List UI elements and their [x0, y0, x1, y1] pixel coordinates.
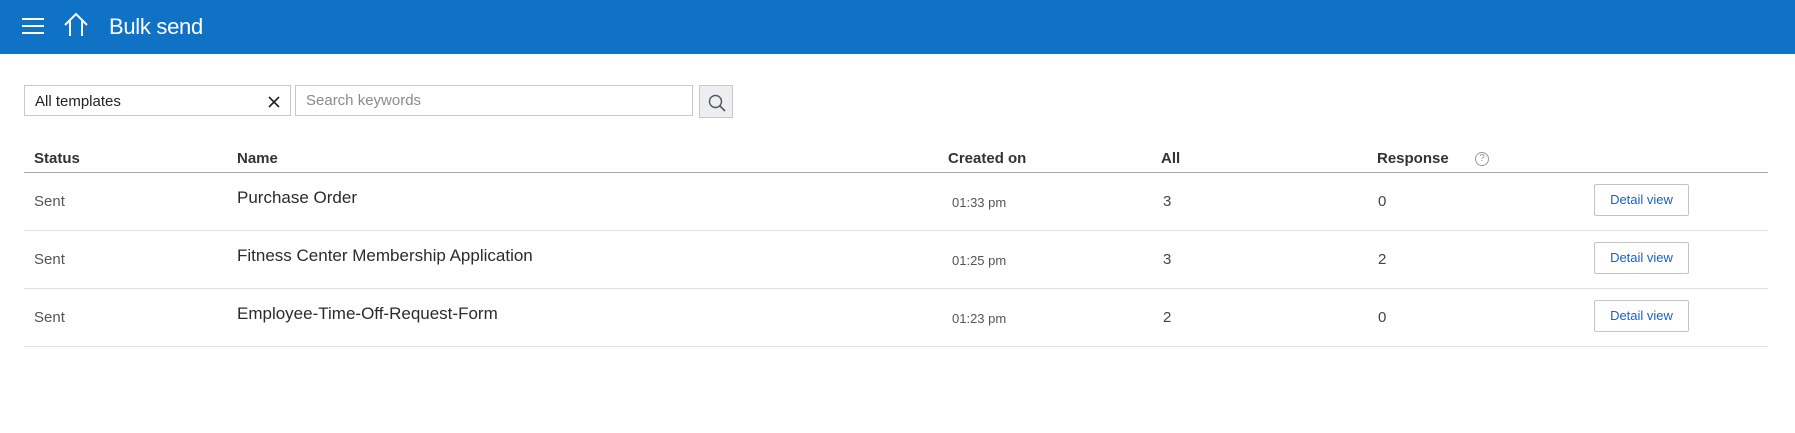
created-on-cell: 01:25 pm: [952, 253, 1007, 268]
template-filter-select[interactable]: All templates: [24, 85, 291, 116]
column-header-status[interactable]: Status: [34, 148, 80, 170]
search-button[interactable]: [699, 85, 733, 118]
page-title: Bulk send: [109, 14, 203, 39]
search-icon: [708, 94, 726, 112]
response-count-cell: 0: [1378, 193, 1387, 210]
top-app-bar: Bulk send: [0, 0, 1795, 54]
home-icon[interactable]: [63, 12, 89, 38]
column-header-all[interactable]: All: [1161, 148, 1180, 170]
response-count-cell: 0: [1378, 309, 1387, 326]
name-cell: Employee-Time-Off-Request-Form: [237, 304, 498, 323]
all-count-cell: 3: [1163, 251, 1172, 268]
help-icon[interactable]: ?: [1475, 152, 1489, 166]
detail-view-button[interactable]: Detail view: [1594, 300, 1689, 332]
table-row: Sent Purchase Order 01:33 pm 3 0 Detail …: [24, 173, 1768, 231]
hamburger-menu-icon[interactable]: [22, 17, 44, 35]
table-row: Sent Employee-Time-Off-Request-Form 01:2…: [24, 289, 1768, 347]
all-count-cell: 3: [1163, 193, 1172, 210]
detail-view-button[interactable]: Detail view: [1594, 184, 1689, 216]
search-input[interactable]: [295, 85, 693, 116]
status-cell: Sent: [34, 251, 65, 268]
table-row: Sent Fitness Center Membership Applicati…: [24, 231, 1768, 289]
created-on-cell: 01:23 pm: [952, 311, 1007, 326]
status-cell: Sent: [34, 309, 65, 326]
name-cell: Purchase Order: [237, 188, 357, 207]
column-header-created-on[interactable]: Created on: [948, 148, 1026, 170]
name-cell: Fitness Center Membership Application: [237, 246, 533, 265]
status-cell: Sent: [34, 193, 65, 210]
detail-view-button[interactable]: Detail view: [1594, 242, 1689, 274]
close-icon[interactable]: [268, 95, 280, 108]
column-header-response[interactable]: Response: [1377, 148, 1449, 170]
created-on-cell: 01:33 pm: [952, 195, 1007, 210]
response-count-cell: 2: [1378, 251, 1387, 268]
column-header-name[interactable]: Name: [237, 148, 278, 170]
all-count-cell: 2: [1163, 309, 1172, 326]
template-filter-value: All templates: [35, 93, 121, 110]
